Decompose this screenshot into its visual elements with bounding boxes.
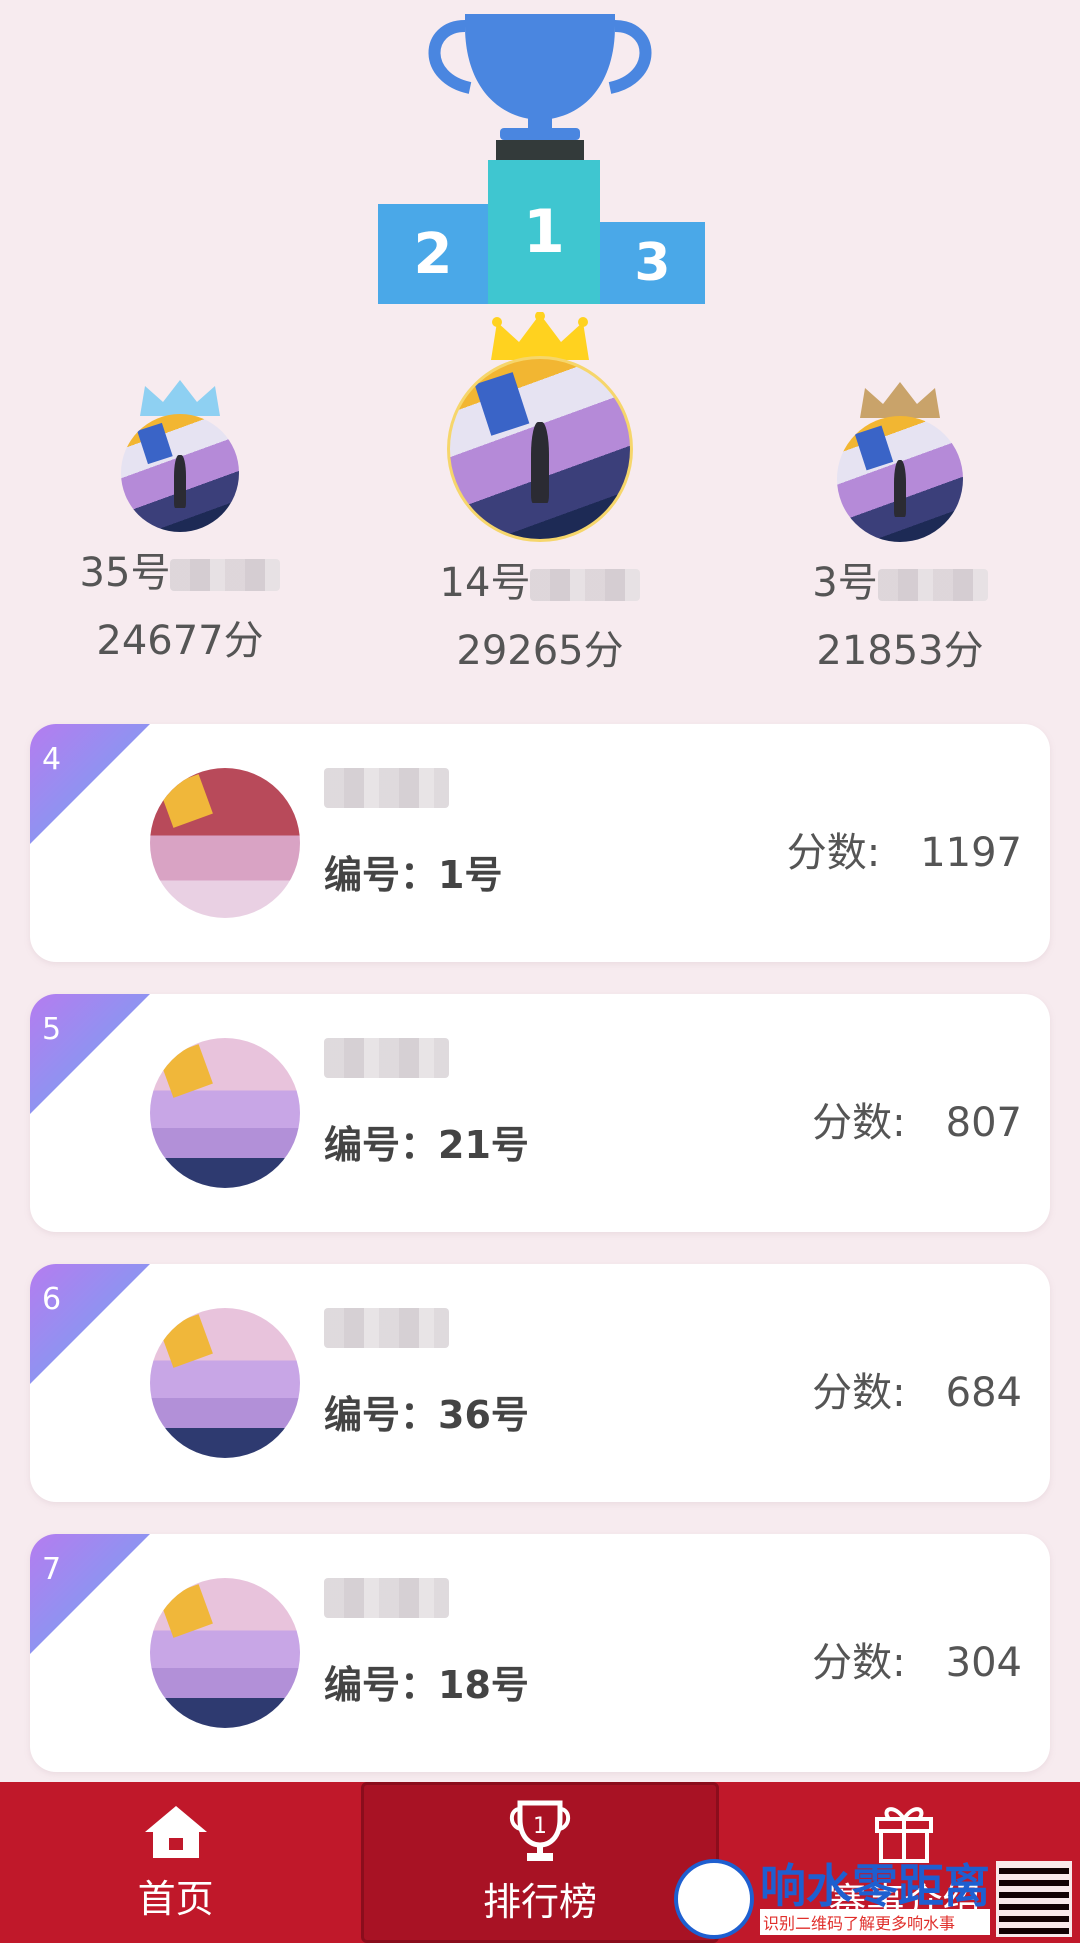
crown-icon <box>140 380 220 416</box>
trophy-icon <box>428 14 652 166</box>
score-label: 分数: <box>812 1370 906 1416</box>
player-id: 编号：1号 <box>324 853 503 897</box>
top-name: 14号 <box>439 560 531 606</box>
rank-number: 5 <box>42 1012 62 1047</box>
player-id: 编号：36号 <box>324 1393 529 1437</box>
gift-icon <box>875 1807 934 1863</box>
home-icon <box>144 1806 207 1858</box>
top-name: 35号 <box>79 550 171 596</box>
blurred-name <box>324 1308 449 1348</box>
watermark-logo-icon <box>674 1859 754 1939</box>
top-score: 21853分 <box>816 628 984 674</box>
blurred-name <box>324 768 449 808</box>
watermark: 响水零距离 识别二维码了解更多响水事 <box>674 1859 1072 1939</box>
top-entry-first[interactable]: 14号 29265分 <box>410 312 670 676</box>
player-id: 编号：21号 <box>324 1123 529 1167</box>
score-label: 分数: <box>812 1100 906 1146</box>
avatar <box>150 1578 300 1728</box>
top-entry-second[interactable]: 35号 24677分 <box>55 378 305 666</box>
podium-second: 2 <box>378 204 488 304</box>
avatar <box>150 768 300 918</box>
blurred-name <box>530 569 641 601</box>
nav-home-label: 首页 <box>137 1877 214 1921</box>
bottom-nav: 首页 1 排行榜 赛事介绍 响水零距离 识别二维码了解更多响水事 <box>0 1782 1080 1943</box>
top-score: 29265分 <box>456 628 624 674</box>
trophy-icon: 1 <box>509 1800 571 1861</box>
avatar <box>150 1308 300 1458</box>
avatar <box>150 1038 300 1188</box>
trophy-podium: 2 1 3 <box>370 8 710 304</box>
crown-icon <box>491 312 589 360</box>
blurred-name <box>324 1038 449 1078</box>
nav-home[interactable]: 首页 <box>0 1782 351 1943</box>
podium-third: 3 <box>600 222 705 304</box>
qr-code-icon <box>996 1861 1072 1937</box>
list-item[interactable]: 6 编号：36号 分数: 684 <box>30 1264 1050 1502</box>
score-label: 分数: <box>786 830 881 876</box>
score: 分数: 1197 <box>787 820 1022 878</box>
avatar <box>121 414 239 532</box>
score-label: 分数: <box>812 1640 906 1686</box>
watermark-title: 响水零距离 <box>760 1859 990 1913</box>
list-item[interactable]: 7 编号：18号 分数: 304 <box>30 1534 1050 1772</box>
score: 分数: 807 <box>812 1090 1022 1148</box>
blurred-name <box>877 569 988 601</box>
blurred-name <box>170 559 281 591</box>
list-item[interactable]: 4 编号：1号 分数: 1197 <box>30 724 1050 962</box>
player-id: 编号：18号 <box>324 1663 529 1707</box>
score: 分数: 684 <box>812 1360 1022 1418</box>
top-score: 24677分 <box>96 618 264 664</box>
nav-ranking-label: 排行榜 <box>482 1880 597 1924</box>
score-value: 807 <box>945 1100 1022 1146</box>
nav-ranking[interactable]: 1 排行榜 <box>361 1782 719 1943</box>
blurred-name <box>324 1578 449 1618</box>
podium-first: 1 <box>488 160 600 304</box>
score-value: 684 <box>945 1370 1022 1416</box>
rank-number: 4 <box>42 742 62 777</box>
crown-icon <box>860 382 940 418</box>
avatar <box>837 416 963 542</box>
svg-text:1: 1 <box>533 1814 547 1839</box>
top-entry-third[interactable]: 3号 21853分 <box>775 380 1025 676</box>
top-name: 3号 <box>812 560 878 606</box>
score-value: 304 <box>945 1640 1022 1686</box>
rank-number: 7 <box>42 1552 62 1587</box>
score: 分数: 304 <box>812 1630 1022 1688</box>
list-item[interactable]: 5 编号：21号 分数: 807 <box>30 994 1050 1232</box>
rank-number: 6 <box>42 1282 62 1317</box>
score-value: 1197 <box>920 830 1022 876</box>
avatar <box>447 356 633 542</box>
